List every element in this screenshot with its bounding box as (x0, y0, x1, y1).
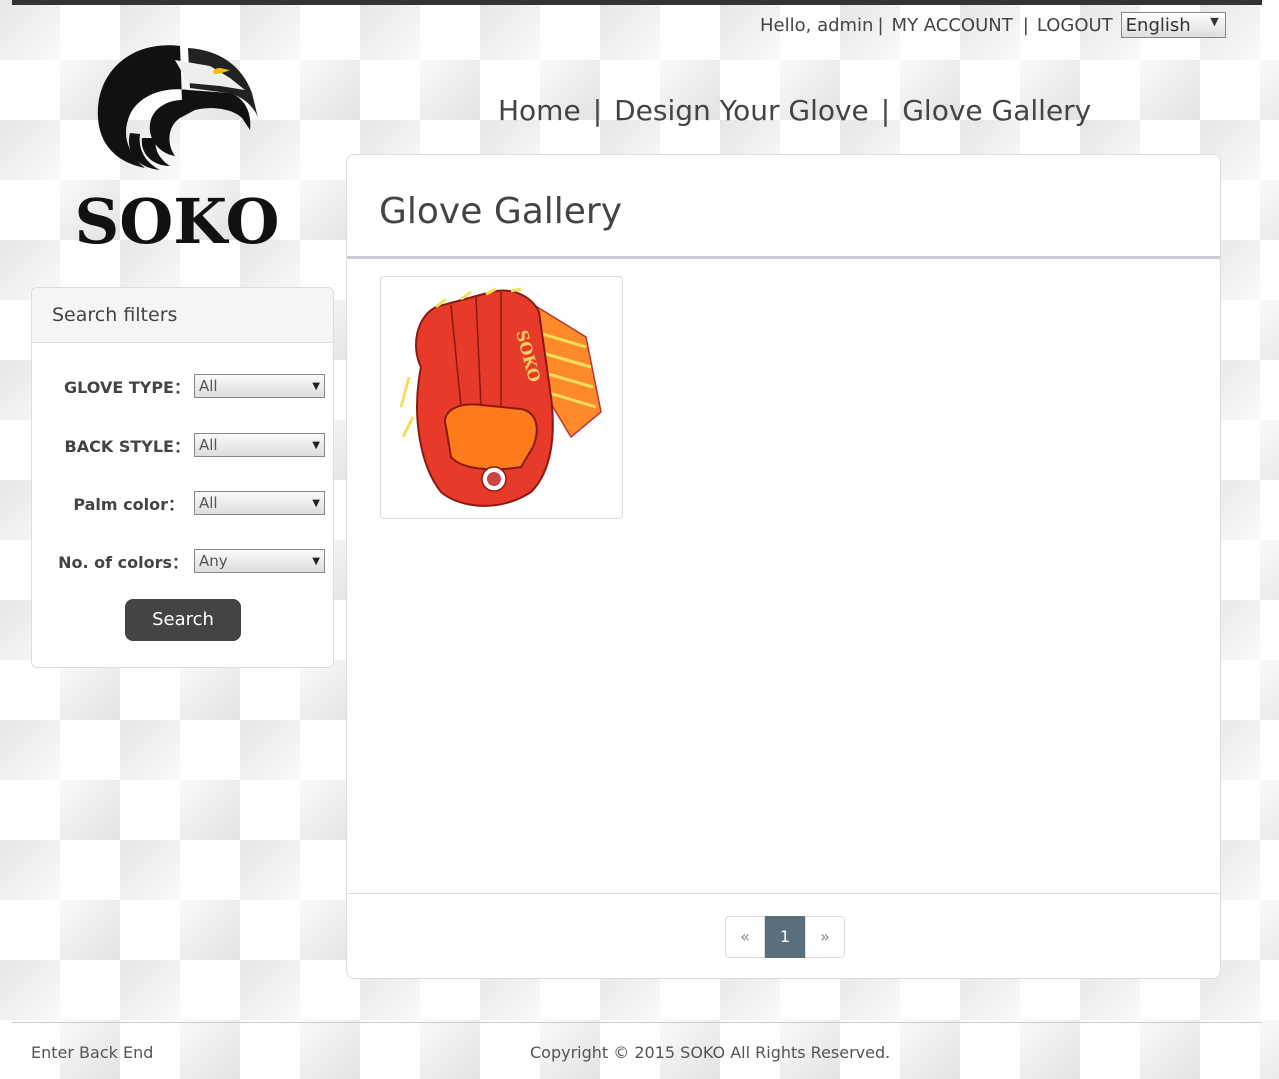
prev-page-button[interactable]: « (725, 916, 765, 958)
enter-back-end-link[interactable]: Enter Back End (31, 1043, 153, 1062)
page-title: Glove Gallery (347, 155, 1220, 259)
glove-type-value: All (199, 377, 218, 395)
filter-num-colors: No. of colors： Any ▼ (32, 548, 335, 574)
back-style-value: All (199, 436, 218, 454)
nav-home[interactable]: Home (498, 94, 581, 127)
filters-title: Search filters (32, 288, 333, 343)
filter-glove-type: GLOVE TYPE： All ▼ (32, 373, 335, 399)
panel-divider (347, 893, 1220, 894)
logo-text: SOKO (74, 185, 279, 253)
nav-separator: | (592, 94, 603, 127)
language-select[interactable]: English ▼ (1120, 12, 1226, 38)
dropdown-arrow-icon: ▼ (312, 440, 320, 451)
glove-image: SOKO (399, 287, 602, 507)
main-nav: Home | Design Your Glove | Glove Gallery (498, 94, 1091, 127)
back-style-label: BACK STYLE： (64, 437, 190, 456)
num-colors-label: No. of colors： (58, 553, 188, 572)
palm-color-value: All (199, 494, 218, 512)
dropdown-arrow-icon: ▼ (312, 498, 320, 509)
glove-thumbnail[interactable]: SOKO (380, 276, 623, 519)
filter-back-style: BACK STYLE： All ▼ (32, 432, 335, 458)
nav-glove-gallery[interactable]: Glove Gallery (902, 94, 1091, 127)
glove-type-label: GLOVE TYPE： (64, 378, 190, 397)
nav-separator: | (880, 94, 891, 127)
soko-logo[interactable]: SOKO (70, 38, 285, 258)
my-account-link[interactable]: MY ACCOUNT (892, 15, 1013, 36)
search-filters-panel: Search filters GLOVE TYPE： All ▼ BACK ST… (31, 287, 334, 668)
num-colors-select[interactable]: Any ▼ (194, 549, 325, 573)
nav-design-your-glove[interactable]: Design Your Glove (614, 94, 869, 127)
pagination: « 1 » (725, 916, 845, 958)
footer-divider (12, 1022, 1262, 1023)
separator: | (877, 14, 884, 36)
dropdown-arrow-icon: ▼ (312, 381, 320, 392)
palm-color-label: Palm color： (73, 495, 184, 514)
dropdown-arrow-icon: ▼ (312, 556, 320, 567)
dropdown-arrow-icon: ▼ (1210, 15, 1219, 28)
top-bar (12, 0, 1262, 5)
greeting-text: Hello, admin (760, 14, 874, 36)
palm-color-select[interactable]: All ▼ (194, 491, 325, 515)
search-button[interactable]: Search (125, 599, 241, 641)
back-style-select[interactable]: All ▼ (194, 433, 325, 457)
eagle-icon (97, 45, 258, 170)
language-value: English (1125, 14, 1191, 36)
num-colors-value: Any (199, 552, 228, 570)
gallery-panel: Glove Gallery SOKO « 1 » (346, 154, 1221, 979)
filter-palm-color: Palm color： All ▼ (32, 490, 335, 516)
page-1-button[interactable]: 1 (765, 916, 805, 958)
separator: | (1022, 14, 1029, 36)
user-bar: Hello, admin | MY ACCOUNT | LOGOUT Engli… (760, 12, 1226, 38)
copyright-text: Copyright © 2015 SOKO All Rights Reserve… (530, 1043, 891, 1062)
logout-link[interactable]: LOGOUT (1037, 15, 1113, 36)
next-page-button[interactable]: » (805, 916, 845, 958)
glove-type-select[interactable]: All ▼ (194, 374, 325, 398)
